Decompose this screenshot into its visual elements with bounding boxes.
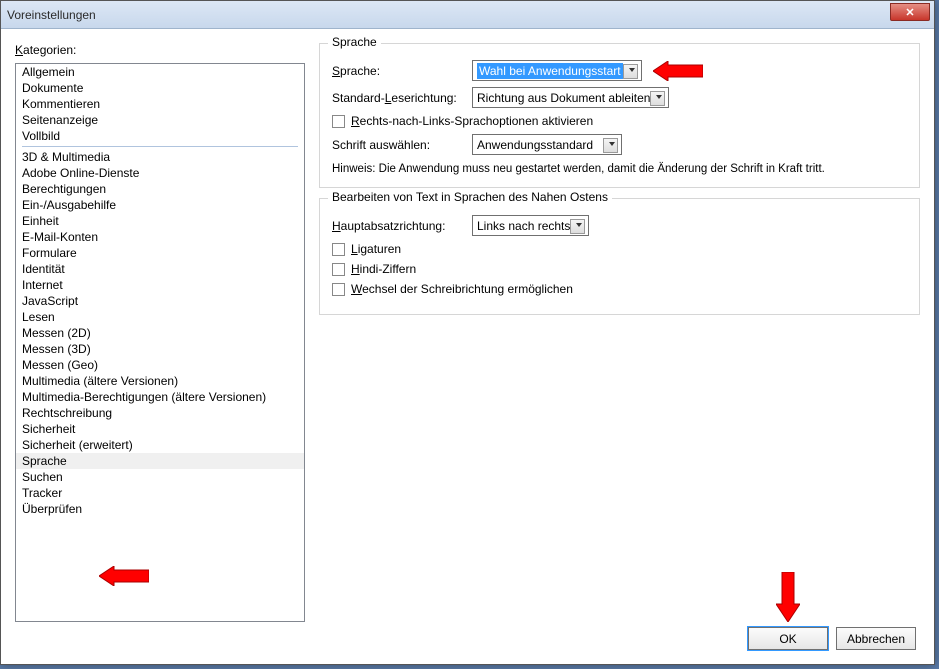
list-item[interactable]: Ein-/Ausgabehilfe xyxy=(16,197,304,213)
writing-direction-label: Wechsel der Schreibrichtung ermöglichen xyxy=(351,282,573,296)
list-item[interactable]: Messen (3D) xyxy=(16,341,304,357)
language-label: Sprache: xyxy=(332,64,462,78)
list-item[interactable]: Internet xyxy=(16,277,304,293)
window-title: Voreinstellungen xyxy=(7,8,96,22)
reading-direction-select[interactable]: Richtung aus Dokument ableiten xyxy=(472,87,669,108)
middle-east-group: Bearbeiten von Text in Sprachen des Nahe… xyxy=(319,198,920,315)
group-title-me: Bearbeiten von Text in Sprachen des Nahe… xyxy=(328,190,612,204)
preferences-dialog: Voreinstellungen ✕ Kategorien: Allgemein… xyxy=(0,0,935,665)
titlebar: Voreinstellungen ✕ xyxy=(1,1,934,29)
list-item[interactable]: Berechtigungen xyxy=(16,181,304,197)
list-item[interactable]: Sicherheit (erweitert) xyxy=(16,437,304,453)
list-item[interactable]: Seitenanzeige xyxy=(16,112,304,128)
font-select[interactable]: Anwendungsstandard xyxy=(472,134,622,155)
list-item[interactable]: E-Mail-Konten xyxy=(16,229,304,245)
list-item[interactable]: Lesen xyxy=(16,309,304,325)
ligatures-checkbox[interactable]: Ligaturen xyxy=(332,242,907,256)
ligatures-label: Ligaturen xyxy=(351,242,401,256)
paragraph-direction-label: Hauptabsatzrichtung: xyxy=(332,219,462,233)
list-item[interactable]: Dokumente xyxy=(16,80,304,96)
list-item[interactable]: Einheit xyxy=(16,213,304,229)
rtl-options-label: Rechts-nach-Links-Sprachoptionen aktivie… xyxy=(351,114,593,128)
restart-hint: Hinweis: Die Anwendung muss neu gestarte… xyxy=(332,163,907,175)
hindi-digits-label: Hindi-Ziffern xyxy=(351,262,416,276)
list-item[interactable]: Suchen xyxy=(16,469,304,485)
cancel-button[interactable]: Abbrechen xyxy=(836,627,916,650)
annotation-arrow xyxy=(99,566,149,586)
list-item[interactable]: Sicherheit xyxy=(16,421,304,437)
list-item[interactable]: Allgemein xyxy=(16,64,304,80)
footer-buttons: OK Abbrechen xyxy=(748,627,916,650)
rtl-options-checkbox[interactable]: Rechts-nach-Links-Sprachoptionen aktivie… xyxy=(332,114,907,128)
list-item[interactable]: Multimedia-Berechtigungen (ältere Versio… xyxy=(16,389,304,405)
list-item[interactable]: Überprüfen xyxy=(16,501,304,517)
list-item[interactable]: Tracker xyxy=(16,485,304,501)
list-item[interactable]: Identität xyxy=(16,261,304,277)
categories-label: Kategorien: xyxy=(15,43,305,57)
annotation-arrow xyxy=(653,61,703,81)
font-select-label: Schrift auswählen: xyxy=(332,138,462,152)
writing-direction-checkbox[interactable]: Wechsel der Schreibrichtung ermöglichen xyxy=(332,282,907,296)
list-item[interactable]: JavaScript xyxy=(16,293,304,309)
ok-button[interactable]: OK xyxy=(748,627,828,650)
list-item[interactable]: Rechtschreibung xyxy=(16,405,304,421)
list-item[interactable]: Kommentieren xyxy=(16,96,304,112)
paragraph-direction-select[interactable]: Links nach rechts xyxy=(472,215,589,236)
reading-direction-label: Standard-Leserichtung: xyxy=(332,91,462,105)
list-item[interactable]: Formulare xyxy=(16,245,304,261)
categories-listbox[interactable]: AllgemeinDokumenteKommentierenSeitenanze… xyxy=(15,63,305,622)
close-button[interactable]: ✕ xyxy=(890,3,930,21)
list-item[interactable]: Multimedia (ältere Versionen) xyxy=(16,373,304,389)
hindi-digits-checkbox[interactable]: Hindi-Ziffern xyxy=(332,262,907,276)
list-item[interactable]: Vollbild xyxy=(16,128,304,144)
language-group: Sprache Sprache: Wahl bei Anwendungsstar… xyxy=(319,43,920,188)
annotation-arrow xyxy=(776,572,800,622)
group-title-language: Sprache xyxy=(328,35,381,49)
list-item[interactable]: Adobe Online-Dienste xyxy=(16,165,304,181)
list-item[interactable]: Sprache xyxy=(16,453,304,469)
list-item[interactable]: Messen (2D) xyxy=(16,325,304,341)
language-select[interactable]: Wahl bei Anwendungsstart xyxy=(472,60,642,81)
list-item[interactable]: 3D & Multimedia xyxy=(16,149,304,165)
list-item[interactable]: Messen (Geo) xyxy=(16,357,304,373)
